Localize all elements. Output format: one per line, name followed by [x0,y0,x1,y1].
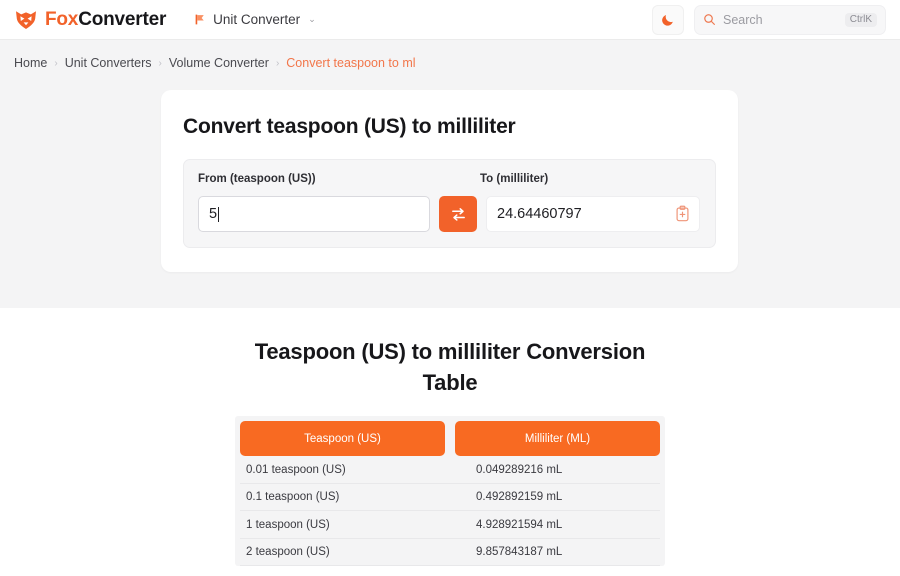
dark-mode-toggle[interactable] [652,4,684,35]
search-icon [703,13,716,26]
table-row: 0.1 teaspoon (US) 0.492892159 mL [240,484,660,512]
table-row: 0.01 teaspoon (US) 0.049289216 mL [240,456,660,484]
text-cursor [218,206,220,222]
brand-name-fox: Fox [45,9,79,30]
header-actions: Search CtrlK [652,4,886,35]
converter-card-area: Convert teaspoon (US) to milliliter From… [0,70,900,272]
conversion-table-section: Teaspoon (US) to milliliter Conversion T… [0,308,900,576]
brand-text: FoxConverter [45,10,166,29]
flag-icon [194,13,207,26]
from-field-label: From (teaspoon (US)) [198,173,316,185]
nav-unit-converter-label: Unit Converter [213,12,301,27]
table-cell-milliliter: 0.492892159 mL [476,491,563,504]
nav-unit-converter[interactable]: Unit Converter ⌄ [194,12,316,27]
conversion-labels-row: From (teaspoon (US)) To (milliliter) [198,173,701,185]
breadcrumb-separator: › [158,57,162,69]
brand-logo[interactable]: FoxConverter [14,8,166,32]
table-cell-milliliter: 4.928921594 mL [476,518,563,531]
table-cell-teaspoon: 2 teaspoon (US) [246,546,330,559]
moon-icon [661,12,676,27]
site-header: FoxConverter Unit Converter ⌄ Search Ctr… [0,0,900,40]
from-value-input[interactable]: 5 [198,196,430,232]
table-cell-milliliter: 9.857843187 mL [476,546,563,559]
search-placeholder-text: Search [723,12,763,27]
table-header-cell-milliliter: Milliliter (ML) [455,421,660,457]
breadcrumb-item-current: Convert teaspoon to ml [286,56,416,70]
table-cell-teaspoon: 0.01 teaspoon (US) [246,463,346,476]
breadcrumb-separator: › [275,57,280,69]
search-shortcut-badge: CtrlK [844,12,877,27]
breadcrumb-item-unit-converters[interactable]: Unit Converters [65,56,152,70]
to-field-label: To (milliliter) [480,173,549,185]
conversion-panel: From (teaspoon (US)) To (milliliter) 5 2… [183,159,716,248]
converter-card: Convert teaspoon (US) to milliliter From… [161,90,738,272]
table-cell-milliliter: 0.049289216 mL [476,463,563,476]
breadcrumb-item-home[interactable]: Home [14,56,47,70]
table-row: 1 teaspoon (US) 4.928921594 mL [240,511,660,539]
swap-arrows-icon [450,206,467,223]
clipboard-copy-icon[interactable] [674,205,691,223]
conversion-table: Teaspoon (US) Milliliter (ML) 0.01 teasp… [235,416,665,567]
to-value-text: 24.64460797 [497,206,582,222]
from-value-text: 5 [209,206,218,222]
page-title: Convert teaspoon (US) to milliliter [183,115,516,138]
breadcrumb-item-volume-converter[interactable]: Volume Converter [169,56,269,70]
table-row: 2 teaspoon (US) 9.857843187 mL [240,539,660,567]
conversion-inputs-row: 5 24.64460797 [198,196,701,232]
to-value-output: 24.64460797 [486,196,700,232]
fox-head-icon [14,8,38,32]
breadcrumb: Home › Unit Converters › Volume Converte… [0,40,900,70]
table-cell-teaspoon: 0.1 teaspoon (US) [246,491,340,504]
table-cell-teaspoon: 1 teaspoon (US) [246,518,330,531]
chevron-down-icon: ⌄ [308,14,316,24]
page-root: FoxConverter Unit Converter ⌄ Search Ctr… [0,0,900,576]
table-header-cell-teaspoon: Teaspoon (US) [240,421,445,457]
conversion-table-title: Teaspoon (US) to milliliter Conversion T… [254,339,646,396]
search-input[interactable]: Search CtrlK [694,4,886,35]
breadcrumb-separator: › [54,57,58,69]
swap-units-button[interactable] [439,196,477,232]
table-header-row: Teaspoon (US) Milliliter (ML) [240,421,660,457]
brand-name-converter: Converter [78,9,167,30]
